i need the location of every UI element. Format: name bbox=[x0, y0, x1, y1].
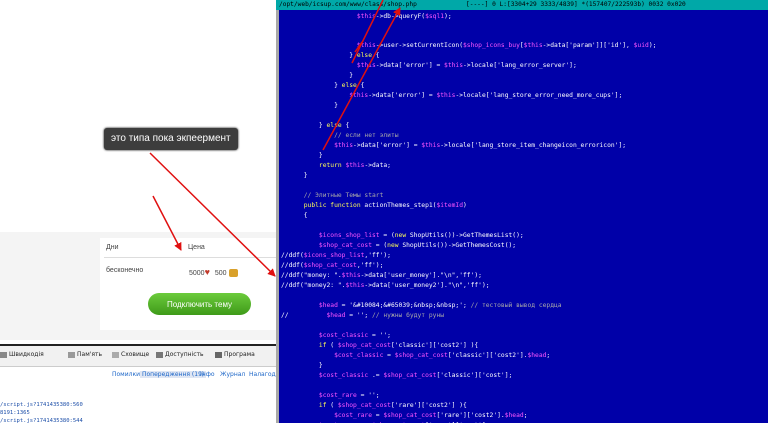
code-line[interactable]: $cost_rare = $shop_cat_cost['rare']['cos… bbox=[281, 411, 527, 421]
column-header-price: Цена bbox=[188, 244, 205, 251]
console-log-line[interactable]: /script.js?1741435380:544 bbox=[0, 418, 83, 424]
storage-icon bbox=[112, 351, 119, 358]
cursor-info: [----] 0 L:[3304+29 3333/4839] *(157407/… bbox=[466, 1, 686, 8]
connect-theme-button[interactable]: Подключить тему bbox=[148, 293, 251, 315]
code-line[interactable]: $this->db->queryF($sql1); bbox=[281, 12, 452, 22]
code-line[interactable]: if ( $shop_cat_cost['classic']['cost2'] … bbox=[281, 341, 478, 351]
code-line[interactable]: $cost_classic = ''; bbox=[281, 331, 391, 341]
code-line[interactable]: // если нет элиты bbox=[281, 131, 398, 141]
code-line[interactable]: $this->data['error'] = $this->locale['la… bbox=[281, 91, 622, 101]
code-line[interactable]: } bbox=[281, 361, 323, 371]
page-content-area bbox=[0, 0, 276, 232]
code-line[interactable]: } bbox=[281, 71, 353, 81]
console-filters: Помилки Попередження (19) Інфо Журнал На… bbox=[0, 368, 281, 382]
theme-price-card: Дни Цена бесконечно 5000♥ 500 Подключить… bbox=[100, 238, 276, 330]
code-line[interactable]: $this->data['error'] = $this->locale['la… bbox=[281, 141, 626, 151]
code-line[interactable]: $shop_cat_cost = (new ShopUtils())->GetT… bbox=[281, 241, 516, 251]
accessibility-icon bbox=[156, 351, 163, 358]
filter-warnings[interactable]: Попередження (19) bbox=[140, 371, 207, 378]
code-line[interactable]: } bbox=[281, 151, 323, 161]
code-line[interactable]: } else { bbox=[281, 51, 379, 61]
duration-cell: бесконечно bbox=[106, 267, 144, 274]
code-line[interactable]: // $head = ''; // нужны будут руны bbox=[281, 311, 444, 321]
editor-status-bar: /opt/web/icsup.com/www/class/shop.php [-… bbox=[276, 0, 768, 10]
code-line[interactable]: // Элитные Темы start bbox=[281, 191, 384, 201]
code-line[interactable]: $icons_shop_list = (new ShopUtils())->Ge… bbox=[281, 231, 524, 241]
heart-icon: ♥ bbox=[204, 267, 210, 277]
filter-errors[interactable]: Помилки bbox=[112, 371, 140, 378]
price-coins-value: 500 bbox=[214, 270, 227, 277]
devtools-panel: Швидкодія Пам'ять Сховище Доступність Пр… bbox=[0, 344, 281, 425]
code-line[interactable]: { bbox=[281, 211, 308, 221]
tab-memory[interactable]: Пам'ять bbox=[68, 351, 102, 358]
code-line[interactable]: //ddf($shop_cat_cost,'ff'); bbox=[281, 261, 383, 271]
code-line[interactable]: $this->data['error'] = $this->locale['la… bbox=[281, 61, 577, 71]
code-line[interactable]: $this->user->setCurrentIcon($shop_icons_… bbox=[281, 41, 657, 51]
code-line[interactable]: public function actionThemes_step1($item… bbox=[281, 201, 467, 211]
tab-application[interactable]: Програма bbox=[215, 351, 255, 358]
code-line[interactable]: $cost_classic .= $shop_cat_cost['classic… bbox=[281, 371, 512, 381]
code-line[interactable]: } else { bbox=[281, 81, 364, 91]
code-line[interactable]: } bbox=[281, 101, 338, 111]
code-editor[interactable]: /opt/web/icsup.com/www/class/shop.php [-… bbox=[276, 0, 768, 423]
code-line[interactable]: $cost_classic = $shop_cat_cost['classic'… bbox=[281, 351, 550, 361]
filter-info[interactable]: Інфо bbox=[200, 371, 215, 378]
console-log-line[interactable]: 8191:1365 bbox=[0, 410, 30, 416]
price-hearts-value: 5000 bbox=[189, 270, 205, 277]
tab-accessibility[interactable]: Доступність bbox=[156, 351, 204, 358]
column-header-days: Дни bbox=[106, 244, 119, 251]
code-line[interactable]: //ddf("money: ".$this->data['user_money'… bbox=[281, 271, 482, 281]
shop-page: Дни Цена бесконечно 5000♥ 500 Подключить… bbox=[0, 0, 276, 340]
code-line[interactable]: //ddf("money2: ".$this->data['user_money… bbox=[281, 281, 490, 291]
code-line[interactable]: if ( $shop_cat_cost['rare']['cost2'] ){ bbox=[281, 401, 467, 411]
tab-storage[interactable]: Сховище bbox=[112, 351, 149, 358]
code-line[interactable]: $head = '&#10084;&#65039;&nbsp;&nbsp;'; … bbox=[281, 301, 562, 311]
application-icon bbox=[215, 351, 222, 358]
console-log-line[interactable]: /script.js?1741435380:560 bbox=[0, 402, 83, 408]
code-line[interactable]: return $this->data; bbox=[281, 161, 391, 171]
file-path: /opt/web/icsup.com/www/class/shop.php bbox=[279, 1, 417, 8]
memory-icon bbox=[68, 351, 75, 358]
editor-gutter bbox=[276, 10, 279, 423]
price-cell: 5000♥ 500 bbox=[189, 267, 238, 278]
annotation-tooltip: это типа пока экпеермент bbox=[104, 128, 238, 150]
devtools-tabbar: Швидкодія Пам'ять Сховище Доступність Пр… bbox=[0, 346, 276, 367]
coins-icon bbox=[228, 269, 238, 278]
code-line[interactable]: } else { bbox=[281, 121, 349, 131]
code-line[interactable]: //ddf($icons_shop_list,'ff'); bbox=[281, 251, 391, 261]
filter-log[interactable]: Журнал bbox=[220, 371, 245, 378]
stopwatch-icon bbox=[0, 351, 7, 358]
table-divider bbox=[104, 257, 276, 258]
code-line[interactable]: $cost_rare = ''; bbox=[281, 391, 380, 401]
code-line[interactable]: } bbox=[281, 171, 308, 181]
tab-performance[interactable]: Швидкодія bbox=[0, 351, 44, 358]
